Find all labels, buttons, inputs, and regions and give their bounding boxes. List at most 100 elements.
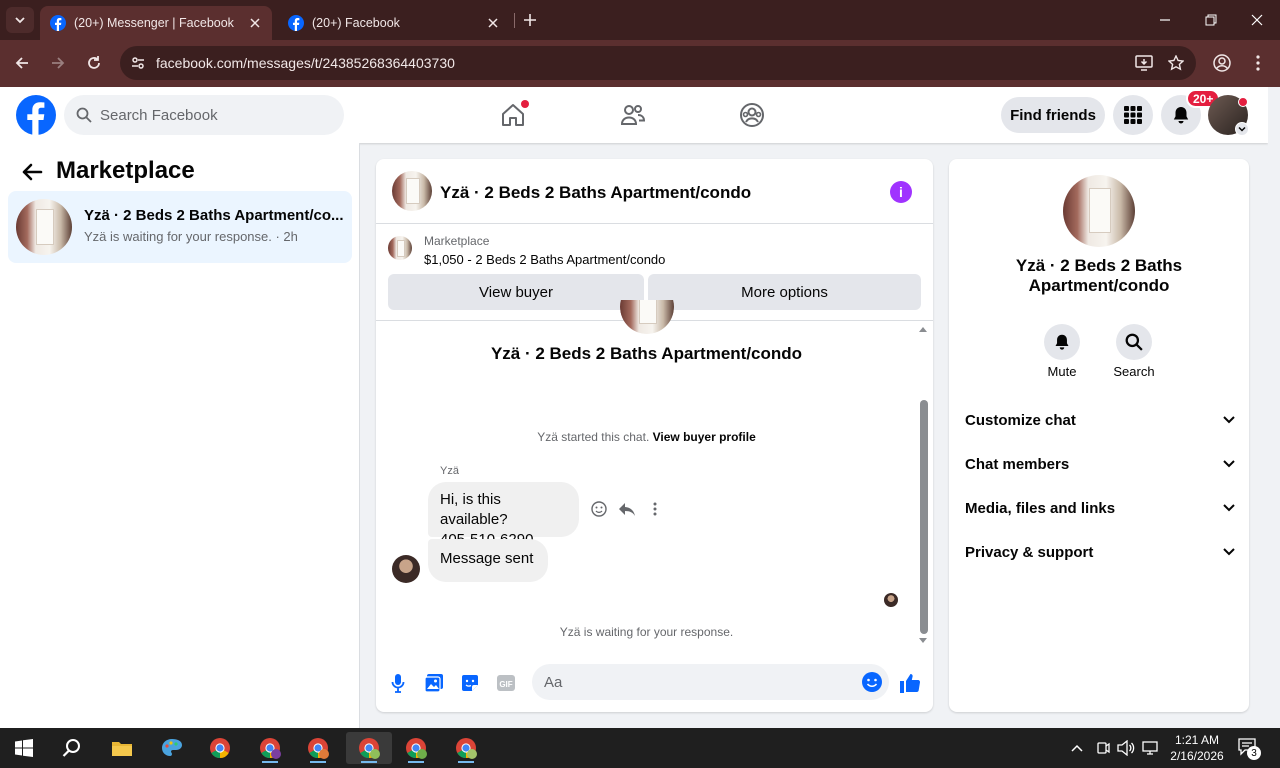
back-arrow-icon[interactable] (20, 160, 44, 184)
listing-thumbnail (16, 199, 72, 255)
details-thumbnail (1063, 175, 1135, 247)
facebook-search-input[interactable]: Search Facebook (64, 95, 344, 135)
react-emoji-icon[interactable] (588, 498, 610, 520)
message-placeholder: Aa (544, 673, 563, 691)
microphone-icon[interactable] (386, 671, 410, 695)
facebook-favicon-icon (288, 15, 304, 31)
notification-center-button[interactable]: 3 (1238, 737, 1261, 760)
account-circle-icon (1213, 54, 1231, 72)
reply-icon[interactable] (616, 498, 638, 520)
scroll-down-arrow-icon[interactable] (918, 637, 928, 645)
gif-icon[interactable]: GIF (494, 671, 518, 695)
close-window-button[interactable] (1234, 6, 1280, 34)
url-text[interactable]: facebook.com/messages/t/2438526836440373… (156, 55, 1132, 71)
bookmark-star-icon[interactable] (1164, 51, 1188, 75)
divider (376, 223, 933, 224)
restore-button[interactable] (1188, 6, 1234, 34)
home-notification-dot (521, 100, 529, 108)
chrome-button[interactable] (200, 732, 240, 764)
taskbar-search-button[interactable] (52, 732, 92, 764)
more-options-button[interactable]: More options (648, 274, 921, 310)
message-input[interactable]: Aa (532, 664, 889, 700)
media-files-links-row[interactable]: Media, files and links (965, 488, 1235, 528)
sticker-icon[interactable] (458, 671, 482, 695)
photo-attach-icon[interactable] (422, 671, 446, 695)
plus-icon (524, 14, 536, 26)
svg-text:GIF: GIF (499, 680, 512, 689)
clock-time: 1:21 AM (1174, 733, 1220, 747)
taskbar-clock[interactable]: 1:21 AM 2/16/2026 (1166, 732, 1228, 764)
show-hidden-icons-button[interactable] (1070, 738, 1084, 758)
chevron-down-icon (15, 17, 25, 24)
chat-members-row[interactable]: Chat members (965, 444, 1235, 484)
chrome-profile-button[interactable] (446, 732, 486, 764)
panel-title: Marketplace (56, 157, 195, 184)
tab-messenger[interactable]: (20+) Messenger | Facebook (40, 6, 272, 40)
groups-nav-button[interactable] (736, 99, 768, 131)
find-friends-button[interactable]: Find friends (1001, 97, 1105, 133)
windows-logo-icon (15, 739, 33, 757)
profile-button[interactable] (1209, 51, 1235, 75)
search-in-chat-button[interactable] (1116, 324, 1152, 360)
tab-title: (20+) Messenger | Facebook (74, 16, 234, 30)
chrome-profile-button[interactable] (250, 732, 290, 764)
facebook-logo-icon[interactable] (16, 95, 56, 135)
browser-menu-button[interactable] (1245, 51, 1271, 75)
forward-button[interactable] (45, 51, 71, 75)
mute-button[interactable] (1044, 324, 1080, 360)
info-icon[interactable]: i (890, 181, 912, 203)
install-app-icon[interactable] (1132, 51, 1156, 75)
view-buyer-button[interactable]: View buyer (388, 274, 644, 310)
tab-separator (514, 13, 515, 28)
close-tab-icon[interactable] (484, 14, 502, 32)
search-icon (76, 107, 92, 123)
back-button[interactable] (9, 51, 35, 75)
tab-facebook[interactable]: (20+) Facebook (278, 6, 510, 40)
message-bubble[interactable]: Hi, is this available? 405-510-6290 (428, 482, 579, 548)
sender-avatar[interactable] (392, 555, 420, 583)
customize-chat-row[interactable]: Customize chat (965, 400, 1235, 440)
home-nav-button[interactable] (497, 99, 529, 131)
chat-header-thumbnail[interactable] (392, 171, 432, 211)
page-scrollbar[interactable] (1268, 87, 1280, 728)
meet-now-icon[interactable] (1096, 738, 1110, 758)
arrow-right-icon (52, 57, 65, 69)
close-icon (1251, 14, 1263, 26)
chevron-down-icon (1223, 504, 1235, 512)
chrome-profile-button[interactable] (298, 732, 338, 764)
minimize-button[interactable] (1142, 6, 1188, 34)
start-button[interactable] (4, 732, 44, 764)
chrome-profile-button-active[interactable] (346, 732, 392, 764)
thumbs-up-icon[interactable] (898, 671, 922, 695)
chrome-profile-button[interactable] (396, 732, 436, 764)
message-bubble[interactable]: Message sent (428, 539, 548, 582)
more-actions-icon[interactable] (644, 498, 666, 520)
folder-icon (112, 742, 132, 756)
reload-button[interactable] (81, 51, 107, 75)
network-icon[interactable] (1142, 738, 1160, 758)
view-buyer-profile-link[interactable]: View buyer profile (653, 430, 756, 444)
listing-mini-thumbnail (388, 236, 412, 260)
emoji-picker-icon[interactable] (861, 671, 883, 693)
friends-nav-button[interactable] (617, 99, 649, 131)
scroll-up-arrow-icon[interactable] (918, 325, 928, 333)
site-info-icon[interactable] (130, 55, 146, 71)
clock-date: 2/16/2026 (1170, 749, 1224, 763)
paint-app-button[interactable] (152, 732, 192, 764)
groups-icon (740, 103, 764, 127)
listing-price-title[interactable]: $1,050 - 2 Beds 2 Baths Apartment/condo (424, 252, 665, 267)
file-explorer-button[interactable] (102, 732, 142, 764)
menu-grid-button[interactable] (1113, 95, 1153, 135)
chat-scrollbar-thumb[interactable] (920, 400, 928, 634)
chevron-down-icon (1223, 460, 1235, 468)
volume-icon[interactable] (1117, 738, 1135, 758)
chat-title[interactable]: Yzä · 2 Beds 2 Baths Apartment/condo (440, 183, 751, 203)
search-icon (62, 739, 80, 757)
privacy-support-row[interactable]: Privacy & support (965, 532, 1235, 572)
omnibox[interactable]: facebook.com/messages/t/2438526836440373… (120, 46, 1196, 80)
new-tab-button[interactable] (520, 10, 540, 30)
account-menu-caret[interactable] (1235, 122, 1249, 136)
tab-search-button[interactable] (6, 7, 34, 33)
close-tab-icon[interactable] (246, 14, 264, 32)
arrow-left-icon (15, 57, 28, 69)
